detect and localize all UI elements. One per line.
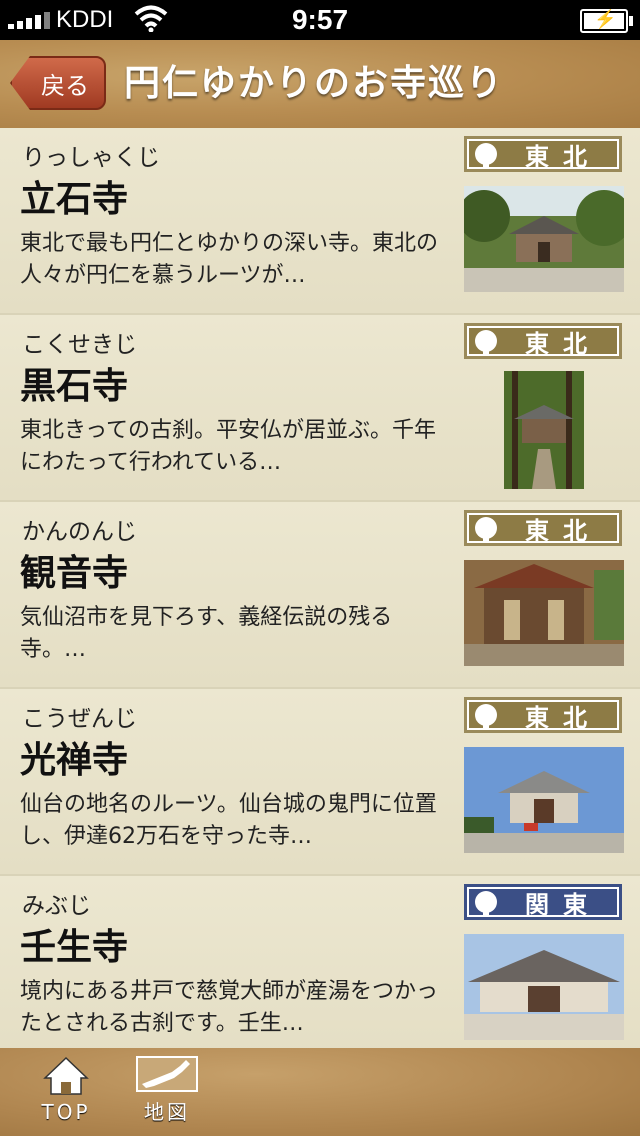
temple-reading: こくせきじ	[22, 332, 137, 358]
tab-top-label: TOP	[41, 1100, 91, 1124]
location-pin-icon	[475, 330, 497, 356]
list-item[interactable]: りっしゃくじ 立石寺 東北で最も円仁とゆかりの深い寺。東北の人々が円仁を慕うルー…	[0, 128, 640, 315]
location-pin-icon	[475, 143, 497, 169]
region-badge: 東北	[464, 323, 622, 359]
temple-name: 立石寺	[20, 179, 129, 220]
japan-map-icon	[136, 1056, 198, 1092]
temple-reading: みぶじ	[22, 893, 91, 919]
clock: 9:57	[291, 4, 349, 35]
temple-name: 光禅寺	[20, 740, 129, 781]
tab-map[interactable]: 地図	[134, 1056, 200, 1125]
temple-name: 観音寺	[20, 553, 129, 594]
region-badge: 関東	[464, 884, 622, 920]
status-bar: KDDI 9:57 ⚡	[0, 0, 640, 40]
location-pin-icon	[475, 704, 497, 730]
region-badge: 東北	[464, 697, 622, 733]
region-badge: 東北	[464, 136, 622, 172]
temple-reading: かんのんじ	[22, 519, 137, 545]
temple-photo	[464, 934, 624, 1040]
region-badge: 東北	[464, 510, 622, 546]
list-item[interactable]: かんのんじ 観音寺 気仙沼市を見下ろす、義経伝説の残る寺。… 東北	[0, 502, 640, 689]
temple-photo	[504, 371, 584, 489]
location-pin-icon	[475, 891, 497, 917]
tab-map-label: 地図	[144, 1100, 190, 1124]
temple-photo	[464, 186, 624, 292]
list-item[interactable]: みぶじ 壬生寺 境内にある井戸で慈覚大師が産湯をつかったとされる古刹です。壬生……	[0, 876, 640, 1048]
temple-list[interactable]: りっしゃくじ 立石寺 東北で最も円仁とゆかりの深い寺。東北の人々が円仁を慕うルー…	[0, 128, 640, 1048]
temple-name: 黒石寺	[20, 366, 129, 407]
page-title: 円仁ゆかりのお寺巡り	[124, 63, 505, 104]
temple-photo	[464, 747, 624, 853]
list-item[interactable]: こくせきじ 黒石寺 東北きっての古刹。平安仏が居並ぶ。千年にわたって行われている…	[0, 315, 640, 502]
battery-icon: ⚡	[580, 9, 633, 33]
tab-bar: TOP 地図	[0, 1048, 640, 1136]
list-item[interactable]: こうぜんじ 光禅寺 仙台の地名のルーツ。仙台城の鬼門に位置し、伊達62万石を守っ…	[0, 689, 640, 876]
temple-description: 東北きっての古刹。平安仏が居並ぶ。千年にわたって行われている…	[20, 418, 437, 475]
home-icon	[43, 1056, 89, 1095]
temple-name: 壬生寺	[20, 927, 129, 968]
back-button[interactable]: 戻る	[10, 56, 106, 110]
tab-top[interactable]: TOP	[34, 1056, 98, 1124]
temple-description: 気仙沼市を見下ろす、義経伝説の残る寺。…	[20, 605, 393, 662]
temple-photo	[464, 560, 624, 666]
location-pin-icon	[475, 517, 497, 543]
navigation-bar: 戻る 円仁ゆかりのお寺巡り	[0, 40, 640, 128]
temple-reading: りっしゃくじ	[22, 145, 160, 171]
temple-description: 境内にある井戸で慈覚大師が産湯をつかったとされる古刹です。壬生…	[20, 979, 439, 1036]
temple-description: 仙台の地名のルーツ。仙台城の鬼門に位置し、伊達62万石を守った寺…	[20, 792, 437, 849]
temple-reading: こうぜんじ	[22, 706, 137, 732]
temple-description: 東北で最も円仁とゆかりの深い寺。東北の人々が円仁を慕うルーツが…	[20, 231, 439, 288]
